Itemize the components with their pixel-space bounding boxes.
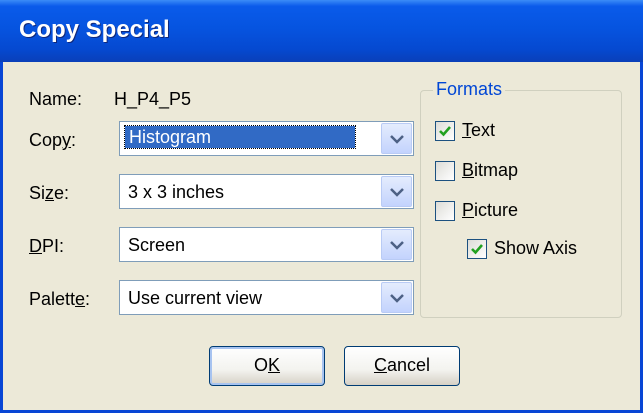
copy-dropdown-button[interactable] [381, 123, 412, 154]
text-checkbox[interactable] [435, 121, 455, 141]
checkmark-icon [471, 244, 483, 255]
picture-checkbox[interactable] [435, 201, 455, 221]
copy-special-dialog: Copy Special Name: H_P4_P5 Copy: Histogr… [0, 0, 643, 413]
formats-group-title: Formats [433, 79, 506, 100]
chevron-down-icon [390, 241, 404, 250]
palette-label: Palette: [29, 289, 91, 309]
copy-label: Copy: [29, 130, 77, 150]
chevron-down-icon [390, 188, 404, 197]
size-dropdown[interactable]: 3 x 3 inches [119, 174, 414, 209]
chevron-down-icon [390, 135, 404, 144]
size-dropdown-value: 3 x 3 inches [128, 182, 225, 202]
bitmap-checkbox[interactable] [435, 161, 455, 181]
picture-checkbox-label[interactable]: Picture [462, 200, 518, 221]
show-axis-checkbox-label[interactable]: Show Axis [494, 238, 577, 259]
palette-dropdown-button[interactable] [381, 282, 412, 313]
palette-dropdown-value: Use current view [128, 288, 263, 308]
size-dropdown-button[interactable] [381, 176, 412, 207]
show-axis-checkbox[interactable] [467, 239, 487, 259]
palette-dropdown[interactable]: Use current view [119, 280, 414, 315]
title-bar[interactable]: Copy Special [0, 0, 643, 62]
bitmap-checkbox-label[interactable]: Bitmap [462, 160, 518, 181]
cancel-button[interactable]: Cancel [344, 346, 460, 386]
dpi-dropdown[interactable]: Screen [119, 227, 414, 262]
name-label: Name: [29, 89, 83, 109]
copy-dropdown-value: Histogram [124, 125, 356, 149]
dpi-label: DPI: [29, 236, 65, 256]
size-label: Size: [29, 183, 70, 203]
checkmark-icon [439, 126, 451, 137]
dpi-dropdown-value: Screen [128, 235, 186, 255]
name-value: H_P4_P5 [114, 89, 192, 109]
copy-dropdown[interactable]: Histogram [119, 121, 414, 156]
chevron-down-icon [390, 294, 404, 303]
text-checkbox-label[interactable]: Text [462, 120, 495, 141]
window-title: Copy Special [19, 16, 170, 43]
ok-button[interactable]: OK [209, 346, 325, 386]
dpi-dropdown-button[interactable] [381, 229, 412, 260]
